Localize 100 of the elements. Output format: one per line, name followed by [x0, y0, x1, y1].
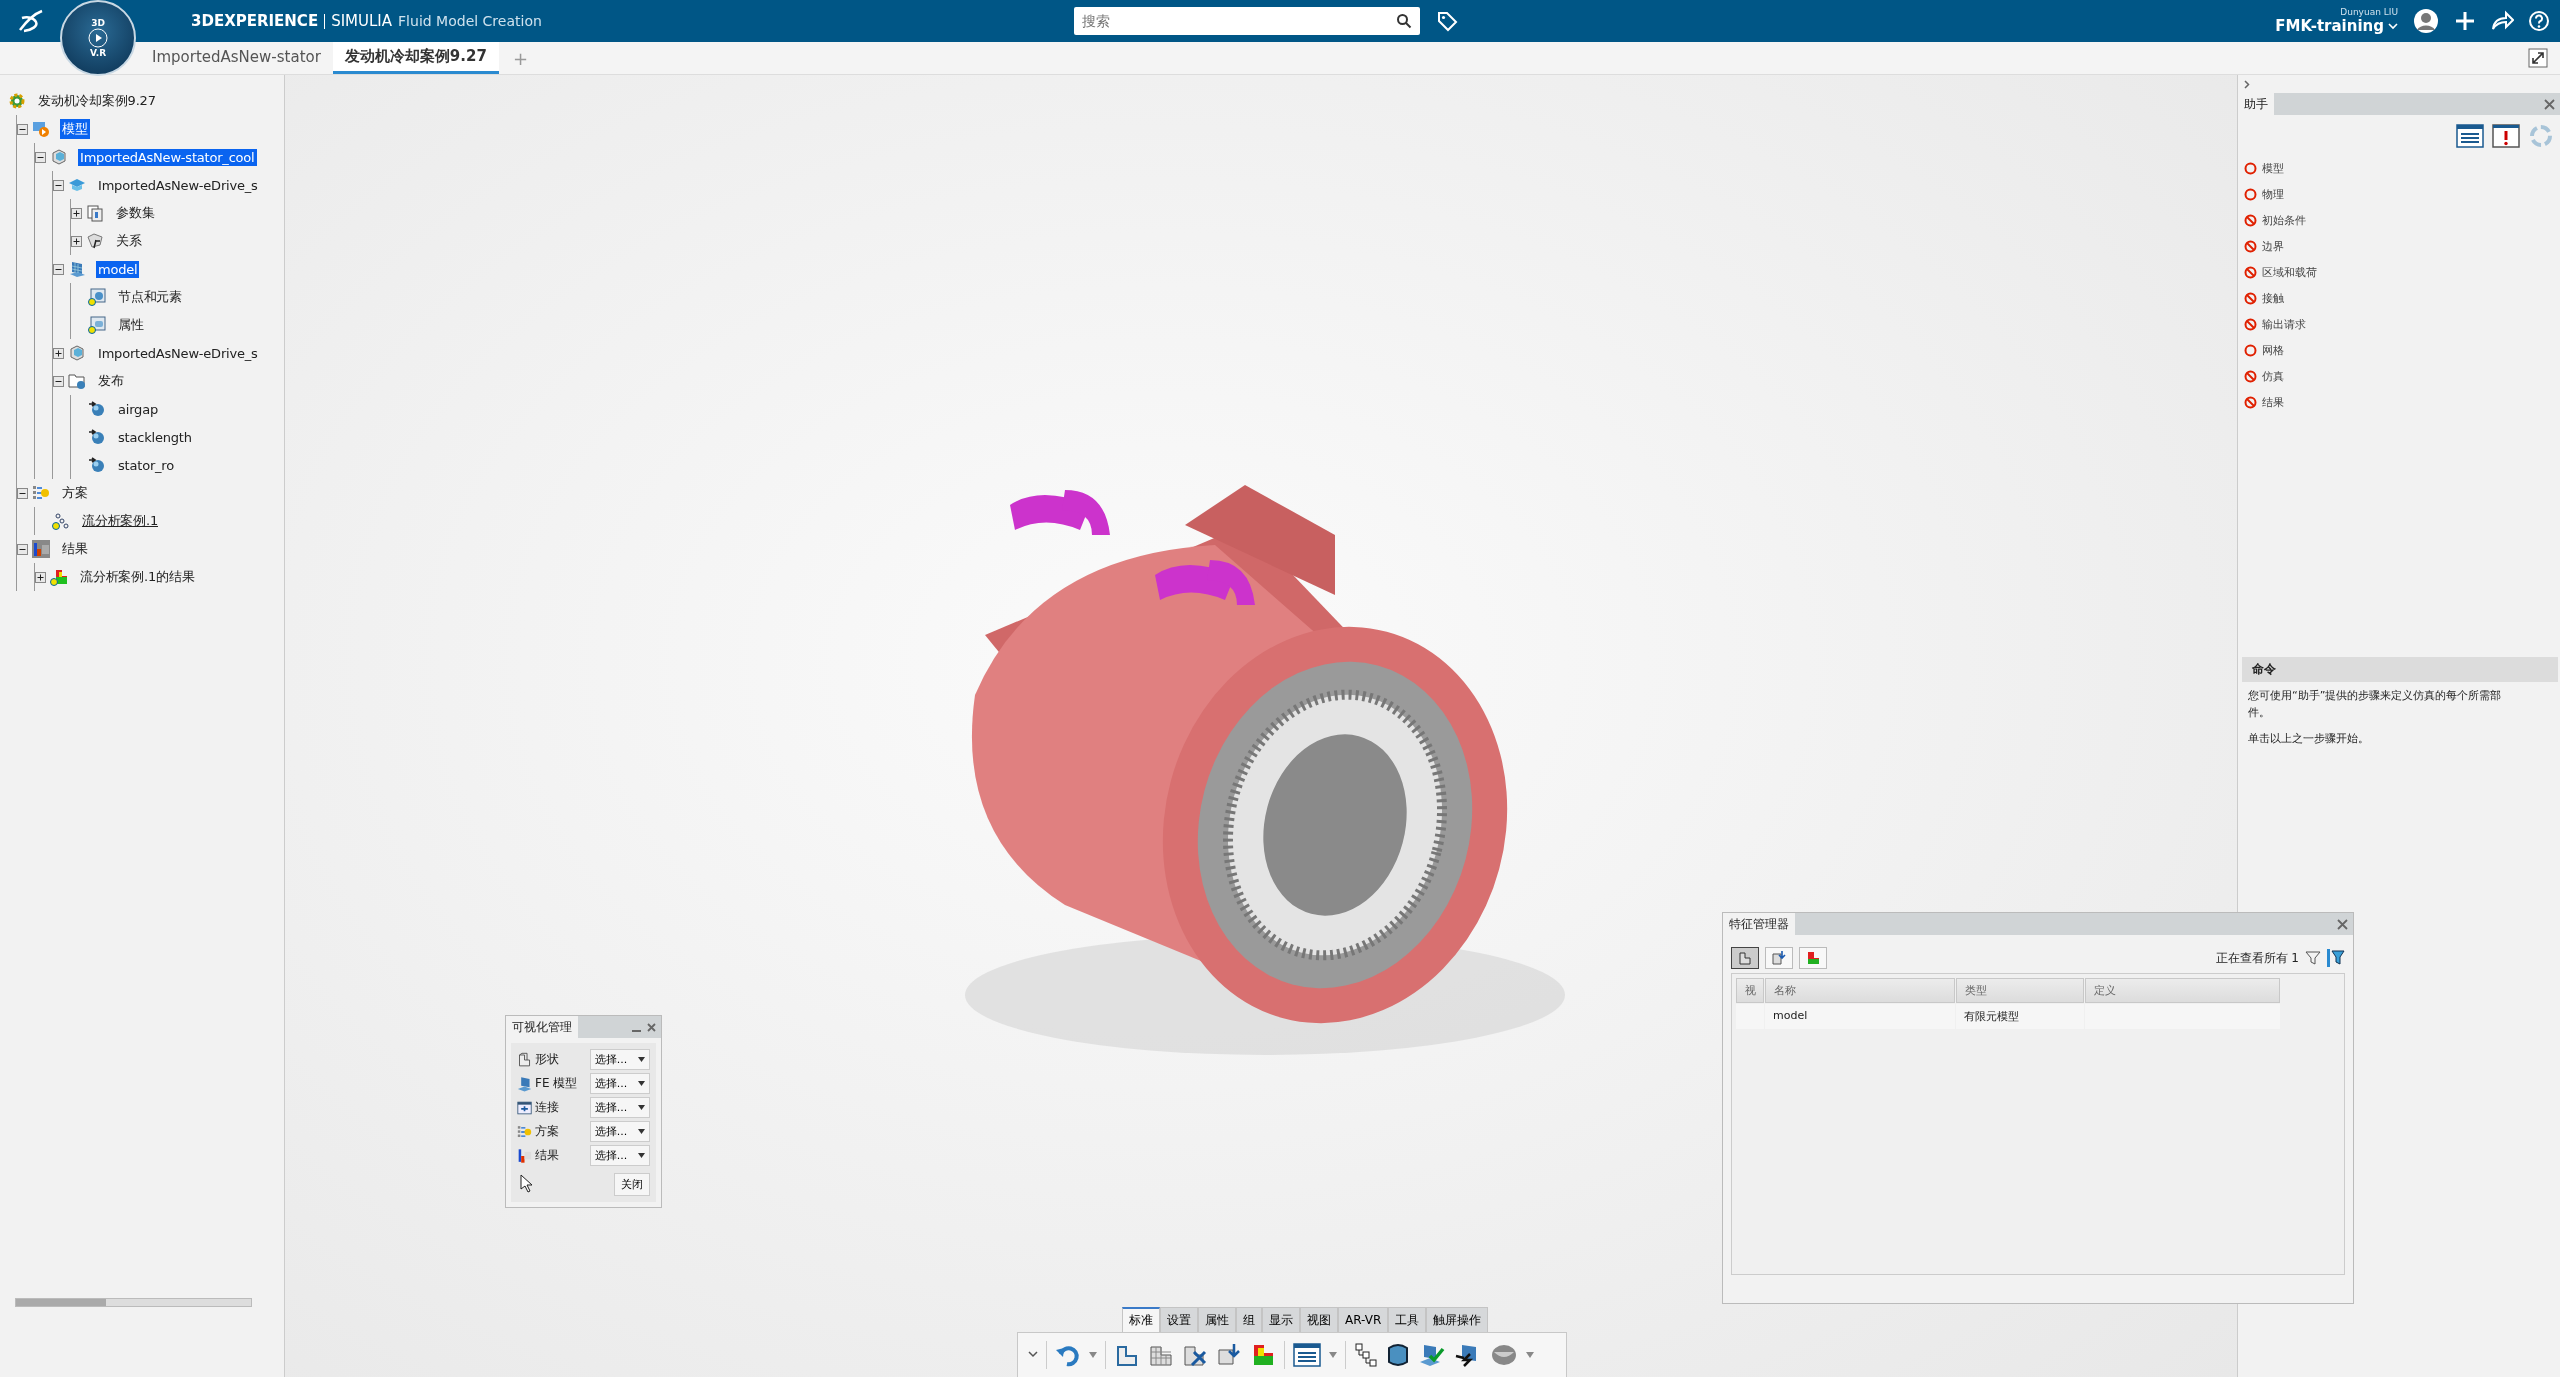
toolbar-tab[interactable]: 显示	[1262, 1307, 1300, 1332]
tree-item[interactable]: stator_ro	[116, 456, 176, 474]
caret-icon[interactable]	[1089, 1352, 1097, 1358]
expand-icon[interactable]	[71, 235, 82, 247]
tree-root[interactable]: 发动机冷却案例9.27	[36, 91, 158, 111]
tree-item[interactable]: stacklength	[116, 428, 194, 446]
prohibited-icon	[2244, 213, 2257, 227]
import-filter-button[interactable]	[1765, 947, 1793, 969]
list-icon[interactable]	[1293, 1342, 1321, 1368]
collapse-icon[interactable]	[53, 179, 64, 191]
select-dropdown[interactable]: 选择...	[589, 1049, 650, 1070]
help-text: 单击以上之一步骤开始。	[2247, 731, 2370, 747]
select-dropdown[interactable]: 选择...	[589, 1097, 650, 1118]
column-header[interactable]: 类型	[1956, 978, 2084, 1003]
toolbar-tab[interactable]: 工具	[1388, 1307, 1427, 1332]
assistant-step[interactable]: 接触	[2262, 290, 2284, 306]
tree-item[interactable]: airgap	[116, 400, 160, 418]
toolbar-tab[interactable]: 触屏操作	[1426, 1307, 1489, 1332]
tree-icon[interactable]	[1354, 1342, 1378, 1368]
search-icon[interactable]	[1395, 13, 1412, 29]
alert-icon[interactable]	[2492, 123, 2520, 149]
expand-icon[interactable]	[71, 207, 82, 219]
tree-item[interactable]: 流分析案例.1	[80, 511, 160, 531]
collapse-icon[interactable]	[17, 487, 28, 499]
select-dropdown[interactable]: 选择...	[589, 1145, 650, 1166]
tree-item[interactable]: 发布	[96, 371, 126, 391]
filter-icon[interactable]	[2327, 949, 2345, 967]
close-button[interactable]: 关闭	[614, 1173, 650, 1196]
part-filter-button[interactable]	[1731, 947, 1759, 969]
help-icon[interactable]	[2528, 10, 2550, 32]
assistant-step[interactable]: 输出请求	[2262, 316, 2306, 332]
tree-item[interactable]: ImportedAsNew-stator_cool	[78, 148, 257, 166]
assistant-step[interactable]: 网格	[2262, 342, 2284, 358]
toolbar-tab[interactable]: 视图	[1300, 1307, 1338, 1332]
assistant-step[interactable]: 初始条件	[2262, 212, 2306, 228]
tree-item[interactable]: 属性	[116, 315, 146, 335]
caret-icon[interactable]	[1329, 1352, 1337, 1358]
share-icon[interactable]	[2490, 10, 2514, 32]
close-icon[interactable]	[2337, 918, 2348, 930]
expand-icon[interactable]	[2528, 48, 2548, 68]
caret-icon[interactable]	[1526, 1352, 1534, 1358]
results-filter-button[interactable]	[1799, 947, 1827, 969]
caret-icon[interactable]	[1028, 1351, 1038, 1359]
assistant-step[interactable]: 物理	[2262, 186, 2284, 202]
close-icon[interactable]	[647, 1022, 656, 1032]
table-cell[interactable]: model	[1765, 1004, 1955, 1029]
expand-icon[interactable]	[53, 347, 64, 359]
select-dropdown[interactable]: 选择...	[589, 1073, 650, 1094]
assistant-step[interactable]: 仿真	[2262, 368, 2284, 384]
import-icon[interactable]	[1216, 1342, 1242, 1368]
assistant-step[interactable]: 区域和载荷	[2262, 264, 2317, 280]
column-header[interactable]: 名称	[1765, 978, 1955, 1003]
collapse-icon[interactable]	[17, 543, 28, 555]
collapse-icon[interactable]	[53, 375, 64, 387]
filter-icon[interactable]	[2305, 950, 2321, 966]
tree-item[interactable]: model	[96, 260, 140, 278]
sphere-icon[interactable]	[1490, 1342, 1518, 1368]
space-selector[interactable]: FMK-training	[2275, 17, 2384, 35]
select-dropdown[interactable]: 选择...	[589, 1121, 650, 1142]
assistant-step[interactable]: 边界	[2262, 238, 2284, 254]
close-icon[interactable]	[2544, 98, 2555, 110]
tree-item[interactable]: 关系	[114, 231, 144, 251]
tree-item[interactable]: 模型	[60, 119, 90, 139]
tree-item[interactable]: ImportedAsNew-eDrive_s	[96, 176, 260, 194]
toolbar-tab[interactable]: 标准	[1122, 1307, 1160, 1332]
expand-icon[interactable]	[35, 571, 46, 583]
tree-item[interactable]: 流分析案例.1的结果	[78, 567, 197, 587]
prohibited-icon	[2244, 317, 2257, 331]
collapse-icon[interactable]	[17, 123, 28, 135]
collapse-icon[interactable]	[53, 263, 64, 275]
toolbar-tab[interactable]: 组	[1236, 1307, 1262, 1332]
panel-tab[interactable]: 助手	[2238, 93, 2274, 115]
toolbar-tab[interactable]: AR-VR	[1338, 1307, 1389, 1332]
avatar-icon[interactable]	[2412, 7, 2440, 35]
chevron-right-icon[interactable]	[2244, 80, 2250, 89]
plus-icon[interactable]	[2454, 10, 2476, 32]
assistant-step[interactable]: 模型	[2262, 160, 2284, 176]
document-tab[interactable]: 发动机冷却案例9.27	[332, 42, 499, 74]
tree-item[interactable]: 结果	[60, 539, 90, 559]
column-header[interactable]: 视	[1736, 978, 1764, 1003]
toolbar-tab[interactable]: 设置	[1160, 1307, 1198, 1332]
tree-item[interactable]: 节点和元素	[116, 287, 184, 307]
tree-item[interactable]: 参数集	[114, 203, 157, 223]
tag-icon[interactable]	[1435, 10, 1458, 32]
compass[interactable]: 3D V.R	[60, 0, 136, 76]
column-header[interactable]: 定义	[2085, 978, 2280, 1003]
chevron-down-icon[interactable]	[2388, 22, 2398, 30]
import-icon	[1771, 950, 1787, 966]
tree-item[interactable]: 方案	[60, 483, 90, 503]
scrollbar[interactable]	[15, 1298, 252, 1307]
collapse-icon[interactable]	[35, 151, 46, 163]
search-field[interactable]: 搜索	[1073, 7, 1420, 35]
publication-icon	[88, 428, 106, 446]
document-tab[interactable]: ImportedAsNew-stator	[140, 42, 333, 74]
assistant-step[interactable]: 结果	[2262, 394, 2284, 410]
cylinder-icon[interactable]	[1386, 1342, 1410, 1368]
mesh-check-icon[interactable]	[1418, 1342, 1446, 1368]
list-icon[interactable]	[2456, 123, 2484, 149]
tree-item[interactable]: ImportedAsNew-eDrive_s	[96, 344, 260, 362]
toolbar-tab[interactable]: 属性	[1198, 1307, 1236, 1332]
